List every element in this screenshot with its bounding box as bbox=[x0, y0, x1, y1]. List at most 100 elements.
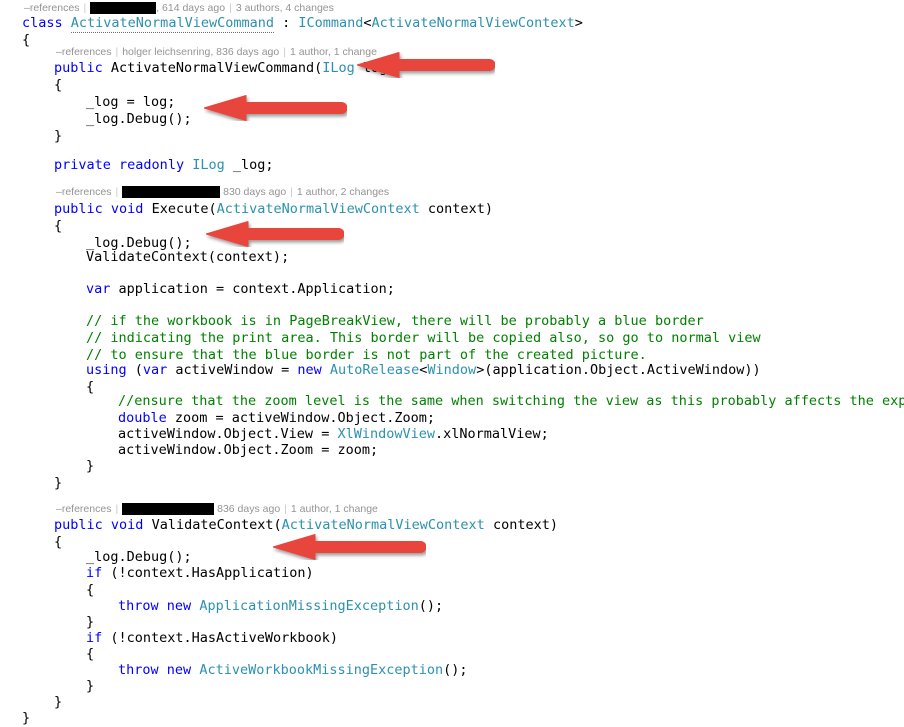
code-line[interactable]: { bbox=[54, 76, 62, 94]
code-line[interactable]: using (var activeWindow = new AutoReleas… bbox=[86, 361, 761, 379]
code-text-token: zoom = activeWindow.Object.Zoom; bbox=[166, 410, 435, 426]
code-text-token: : bbox=[273, 15, 299, 31]
code-comment-token: // if the workbook is in PageBreakView, … bbox=[86, 313, 704, 329]
code-line[interactable]: { bbox=[86, 581, 94, 599]
code-line[interactable]: } bbox=[86, 677, 94, 695]
code-text-token: context) bbox=[484, 517, 558, 533]
code-line[interactable]: // if the workbook is in PageBreakView, … bbox=[86, 312, 704, 330]
code-comment-token: // indicating the print area. This borde… bbox=[86, 330, 761, 346]
codelens-author-label[interactable]: holger leichsenring, 836 days ago bbox=[122, 45, 279, 59]
code-keyword-token: private bbox=[54, 157, 111, 173]
code-comment-token: //ensure that the zoom level is the same… bbox=[118, 393, 904, 409]
code-text-token: } bbox=[86, 678, 95, 694]
code-type-token: ICommand bbox=[298, 15, 364, 31]
code-line[interactable]: throw new ApplicationMissingException(); bbox=[118, 597, 443, 615]
code-line[interactable]: public void ValidateContext(ActivateNorm… bbox=[54, 516, 558, 534]
code-keyword-token: new bbox=[166, 662, 192, 678]
codelens-changes-label[interactable]: 1 author, 2 changes bbox=[297, 185, 389, 199]
code-text-token: .xlNormalView; bbox=[435, 426, 549, 442]
code-type-token: ActivateNormalViewContext bbox=[371, 15, 575, 31]
code-type-token: ApplicationMissingException bbox=[199, 598, 419, 614]
code-line[interactable]: { bbox=[86, 378, 94, 396]
code-text-token: } bbox=[86, 614, 95, 630]
code-line[interactable]: _log = log; bbox=[86, 93, 175, 111]
code-text-token: { bbox=[86, 379, 95, 395]
code-line[interactable]: public ActivateNormalViewCommand(ILog lo… bbox=[54, 59, 395, 77]
code-line[interactable]: var application = context.Application; bbox=[86, 280, 395, 298]
code-keyword-token: double bbox=[118, 410, 167, 426]
code-text-token: { bbox=[86, 646, 95, 662]
codelens-age-label[interactable]: , 614 days ago bbox=[156, 1, 225, 15]
codelens-references-link[interactable]: –references bbox=[56, 502, 111, 516]
code-text-token: ( bbox=[126, 362, 143, 378]
code-line[interactable]: { bbox=[54, 533, 62, 551]
code-line[interactable]: } bbox=[54, 474, 62, 492]
code-keyword-token: new bbox=[166, 598, 192, 614]
code-text-token: } bbox=[54, 475, 63, 491]
code-type-token: ActivateNormalViewCommand bbox=[70, 15, 274, 33]
code-text-token: _log; bbox=[224, 157, 274, 173]
code-text-token: >(application.Object.ActiveWindow)) bbox=[476, 362, 761, 378]
code-text-token: _log.Debug(); bbox=[86, 111, 192, 127]
redacted-author-block bbox=[90, 2, 157, 14]
codelens-references-link[interactable]: –references bbox=[56, 185, 111, 199]
codelens-changes-label[interactable]: 1 author, 1 change bbox=[291, 502, 378, 516]
code-text-token: (!context.HasApplication) bbox=[102, 565, 314, 581]
codelens-separator: | bbox=[115, 186, 119, 198]
code-line[interactable]: { bbox=[86, 645, 94, 663]
code-type-token: ActiveWorkbookMissingException bbox=[199, 662, 444, 678]
code-text-token: } bbox=[54, 694, 63, 710]
code-line[interactable]: { bbox=[54, 217, 62, 235]
code-keyword-token: void bbox=[110, 201, 144, 217]
code-line[interactable]: { bbox=[22, 31, 30, 49]
code-text-token: { bbox=[86, 582, 95, 598]
code-line[interactable]: } bbox=[54, 127, 62, 145]
codelens-separator: | bbox=[115, 503, 119, 515]
codelens-age-label[interactable]: 836 days ago bbox=[214, 502, 280, 516]
code-line[interactable]: } bbox=[86, 457, 94, 475]
code-text-token: { bbox=[54, 77, 63, 93]
code-keyword-token: readonly bbox=[119, 157, 185, 173]
code-text-token: ActivateNormalViewCommand( bbox=[102, 60, 323, 76]
code-line[interactable]: if (!context.HasActiveWorkbook) bbox=[86, 629, 338, 647]
code-text-token: (); bbox=[418, 598, 444, 614]
code-type-token: ILog bbox=[322, 60, 355, 76]
codelens-changes-label[interactable]: 3 authors, 4 changes bbox=[236, 1, 334, 15]
codelens-references-link[interactable]: –references bbox=[24, 1, 79, 15]
code-line[interactable]: } bbox=[22, 709, 30, 727]
codelens-changes-label[interactable]: 1 author, 1 change bbox=[290, 45, 377, 59]
code-line[interactable]: activeWindow.Object.Zoom = zoom; bbox=[118, 441, 378, 459]
code-text-token: { bbox=[22, 32, 31, 48]
code-text-token: (!context.HasActiveWorkbook) bbox=[102, 630, 338, 646]
code-text-token: _log = log; bbox=[86, 94, 176, 110]
code-line[interactable]: _log.Debug(); bbox=[86, 110, 192, 128]
code-line[interactable]: // indicating the print area. This borde… bbox=[86, 329, 761, 347]
code-editor-surface[interactable]: –references | , 614 days ago | 3 authors, 4 … bbox=[0, 0, 904, 727]
code-keyword-token: public bbox=[54, 60, 103, 76]
codelens-references-link[interactable]: –references bbox=[56, 45, 111, 59]
code-line[interactable]: public void Execute(ActivateNormalViewCo… bbox=[54, 200, 493, 218]
codelens-constructor-lens[interactable]: –references | holger leichsenring, 836 day… bbox=[56, 45, 377, 59]
codelens-separator: | bbox=[284, 503, 287, 515]
code-text-token: > bbox=[574, 15, 583, 31]
code-line[interactable]: //ensure that the zoom level is the same… bbox=[118, 392, 904, 410]
codelens-age-label[interactable]: 830 days ago bbox=[220, 185, 286, 199]
codelens-execute-lens[interactable]: –references | 830 days ago | 1 author, 2 ch… bbox=[56, 185, 389, 199]
codelens-class-lens[interactable]: –references | , 614 days ago | 3 authors, 4 … bbox=[24, 1, 334, 15]
code-line[interactable]: private readonly ILog _log; bbox=[54, 156, 274, 174]
code-line[interactable]: } bbox=[54, 693, 62, 711]
code-line[interactable]: ValidateContext(context); bbox=[86, 248, 289, 266]
code-line[interactable]: if (!context.HasApplication) bbox=[86, 564, 314, 582]
code-type-token: ActivateNormalViewContext bbox=[281, 517, 485, 533]
code-text-token: _log.Debug(); bbox=[86, 549, 192, 565]
code-line[interactable]: class ActivateNormalViewCommand : IComma… bbox=[22, 14, 583, 33]
code-text-token: ValidateContext(context); bbox=[86, 249, 290, 265]
code-line[interactable]: throw new ActiveWorkbookMissingException… bbox=[118, 661, 468, 679]
codelens-validatecontext-lens[interactable]: –references | 836 days ago | 1 author, 1 ch… bbox=[56, 502, 378, 516]
